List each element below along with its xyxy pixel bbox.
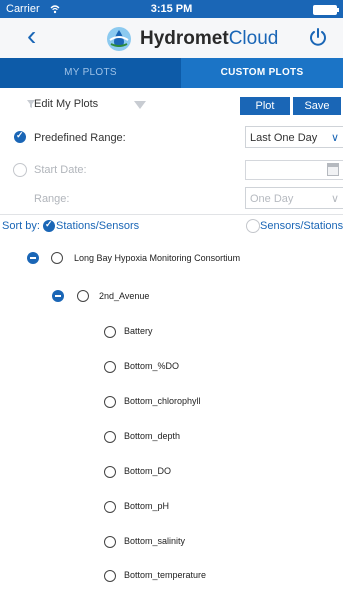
list-item[interactable]: Bottom_pH: [0, 489, 343, 525]
range-value: One Day: [250, 193, 294, 205]
tree-station-label: 2nd_Avenue: [99, 291, 150, 301]
chevron-down-icon: ∨: [330, 193, 339, 205]
sort-bar: Sort by: Stations/Sensors Sensors/Statio…: [0, 214, 343, 239]
list-item[interactable]: Bottom_temperature: [0, 559, 343, 592]
plot-button[interactable]: Plot: [240, 97, 290, 115]
edit-my-plots-dropdown[interactable]: Edit My Plots: [34, 98, 98, 110]
chevron-down-icon: ∨: [330, 132, 339, 144]
sensor-radio[interactable]: [104, 570, 116, 582]
sort-by-label: Sort by:: [2, 220, 40, 232]
tab-my-plots[interactable]: MY PLOTS: [0, 58, 181, 88]
sensor-label: Bottom_pH: [124, 501, 170, 511]
sort-sensors-stations-label[interactable]: Sensors/Stations: [260, 220, 343, 232]
status-bar: Carrier 3:15 PM: [0, 0, 343, 18]
range-select[interactable]: One Day ∨: [245, 187, 343, 209]
predefined-range-radio[interactable]: [14, 130, 26, 143]
chevron-left-icon[interactable]: ‹: [27, 20, 36, 52]
sort-stations-sensors-label[interactable]: Stations/Sensors: [56, 220, 139, 232]
custom-range-radio[interactable]: [13, 163, 27, 177]
tree-station-row[interactable]: 2nd_Avenue: [0, 278, 343, 315]
tree-root-row[interactable]: Long Bay Hypoxia Monitoring Consortium: [0, 238, 343, 279]
sensor-label: Bottom_DO: [124, 466, 172, 476]
nav-bar: ‹ HydrometCloud: [0, 18, 343, 59]
brand-title-bold: Hydromet: [140, 28, 229, 49]
predefined-range-label: Predefined Range:: [34, 132, 126, 144]
brand-title-light: Cloud: [228, 28, 279, 49]
tree-root-radio[interactable]: [51, 252, 63, 264]
sensor-radio[interactable]: [104, 326, 116, 338]
sensor-radio[interactable]: [104, 431, 116, 443]
list-item[interactable]: Bottom_DO: [0, 454, 343, 490]
sensor-label: Bottom_temperature: [124, 570, 207, 580]
chevron-down-icon: [134, 101, 146, 109]
sensor-label: Bottom_chlorophyll: [124, 396, 201, 406]
tree-root-label: Long Bay Hypoxia Monitoring Consortium: [74, 253, 241, 263]
tab-custom-plots[interactable]: CUSTOM PLOTS: [181, 58, 343, 88]
hydromet-logo-icon: [107, 27, 131, 51]
sort-sensors-stations-radio[interactable]: [246, 219, 260, 233]
brand-title: HydrometCloud: [140, 28, 278, 50]
start-date-row: Start Date:: [0, 152, 343, 184]
sensor-radio[interactable]: [104, 501, 116, 513]
list-item[interactable]: Bottom_salinity: [0, 524, 343, 560]
collapse-icon[interactable]: [27, 252, 39, 264]
clock: 3:15 PM: [150, 3, 193, 15]
sensor-radio[interactable]: [104, 466, 116, 478]
predefined-range-row: Predefined Range: Last One Day ∨: [0, 122, 343, 153]
predefined-range-select[interactable]: Last One Day ∨: [245, 126, 343, 148]
tree-station-radio[interactable]: [77, 290, 89, 302]
sensor-label: Bottom_salinity: [124, 536, 186, 546]
plot-tabs: MY PLOTS CUSTOM PLOTS: [0, 58, 343, 88]
sensor-radio[interactable]: [104, 536, 116, 548]
sensor-label: Bottom_depth: [124, 431, 181, 441]
list-item[interactable]: Bottom_%DO: [0, 349, 343, 385]
list-item[interactable]: Bottom_depth: [0, 419, 343, 455]
app-screen: Carrier 3:15 PM ‹ HydrometCloud MY PLOTS…: [0, 0, 343, 592]
sensor-label: Battery: [124, 326, 153, 336]
collapse-icon[interactable]: [52, 290, 64, 302]
list-item[interactable]: Battery: [0, 314, 343, 350]
start-date-input[interactable]: [245, 160, 343, 180]
power-icon[interactable]: [307, 26, 329, 48]
sensor-label: Bottom_%DO: [124, 361, 180, 371]
predefined-range-value: Last One Day: [250, 132, 318, 144]
calendar-icon[interactable]: [327, 163, 339, 176]
sensor-radio[interactable]: [104, 361, 116, 373]
range-label: Range:: [34, 193, 70, 205]
sort-stations-sensors-radio[interactable]: [43, 219, 55, 232]
save-button[interactable]: Save: [293, 97, 341, 115]
range-row: Range: One Day ∨: [0, 184, 343, 215]
start-date-label: Start Date:: [34, 164, 87, 176]
plot-toolbar: Edit My Plots Plot Save: [0, 88, 343, 123]
battery-icon: [313, 5, 339, 15]
sensor-radio[interactable]: [104, 396, 116, 408]
list-item[interactable]: Bottom_chlorophyll: [0, 384, 343, 420]
